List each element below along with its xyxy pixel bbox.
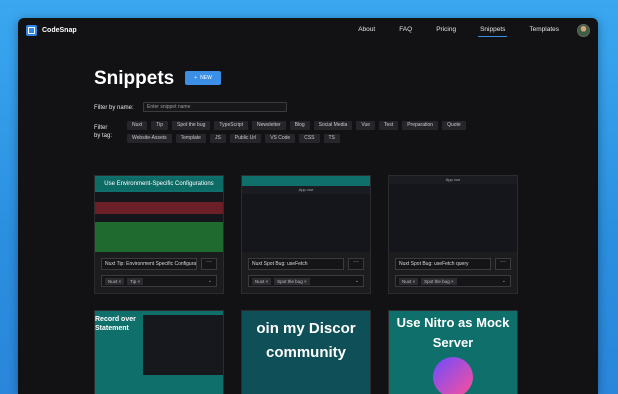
snippet-card[interactable]: Use Nitro as Mock Server (388, 310, 518, 394)
snippet-title-field[interactable]: Nuxt Spot Bug: useFetch (248, 258, 344, 270)
snippet-thumbnail[interactable]: App.vue (242, 176, 370, 252)
snippet-title-field[interactable]: Nuxt Spot Bug: useFetch query (395, 258, 491, 270)
lightning-icon (433, 357, 473, 394)
nav-snippets[interactable]: Snippets (468, 18, 517, 42)
nav-templates[interactable]: Templates (517, 18, 571, 42)
user-avatar[interactable] (577, 23, 590, 37)
snippet-thumbnail[interactable]: oin my Discor community (242, 311, 370, 394)
tag-filter-spot-the-bug[interactable]: Spot the bug (172, 121, 211, 130)
remove-tag-icon[interactable]: × (451, 279, 454, 284)
snippet-card[interactable]: oin my Discor community (241, 310, 371, 394)
tag-filter-test[interactable]: Test (379, 121, 399, 130)
snippet-thumbnail[interactable]: Use Nitro as Mock Server (389, 311, 517, 394)
thumbnail-filename: App.vue (242, 186, 370, 194)
thumbnail-header (242, 176, 370, 186)
tag-chip: Spot the bug × (421, 277, 457, 285)
tag-filter-css[interactable]: CSS (299, 134, 320, 143)
tag-filter-nuxt[interactable]: Nuxt (127, 121, 148, 130)
filter-tag-label: Filter by tag: (94, 125, 113, 139)
snippet-tags-field[interactable]: Nuxt × Tip × ⌄ (101, 275, 217, 287)
snippet-card[interactable]: Record over Statement (94, 310, 224, 394)
tag-filter-public-url[interactable]: Public Url (229, 134, 262, 143)
remove-tag-icon[interactable]: × (119, 279, 122, 284)
code-area (143, 315, 223, 375)
nav-about[interactable]: About (346, 18, 387, 42)
filter-name-label: Filter by name: (94, 105, 134, 111)
tag-filter-social-media[interactable]: Social Media (313, 121, 353, 130)
more-options-button[interactable]: ··· (495, 258, 511, 270)
tag-filter-tip[interactable]: Tip (151, 121, 169, 130)
snippet-card[interactable]: App.vue Nuxt Spot Bug: useFetch ··· Nuxt… (241, 175, 371, 294)
chevron-down-icon[interactable]: ⌄ (208, 276, 212, 286)
plus-icon: + (194, 75, 198, 81)
tag-chip: Nuxt × (399, 277, 419, 285)
nav-faq[interactable]: FAQ (387, 18, 424, 42)
tag-filter-quote[interactable]: Quote (442, 121, 466, 130)
remove-tag-icon[interactable]: × (413, 279, 416, 284)
thumbnail-title: Record over Statement (95, 316, 136, 332)
codesnap-logo-icon (26, 24, 37, 36)
snippet-title-field[interactable]: Nuxt Tip: Environment Specific Configura… (101, 258, 197, 270)
more-options-button[interactable]: ··· (348, 258, 364, 270)
diff-added-highlight (95, 222, 223, 252)
tag-chip: Nuxt × (252, 277, 272, 285)
tag-filter-typescript[interactable]: TypeScript (214, 121, 249, 130)
tag-filter-website-assets[interactable]: Website-Assets (127, 134, 172, 143)
top-navbar: CodeSnap About FAQ Pricing Snippets Temp… (18, 18, 598, 42)
snippet-thumbnail[interactable]: Use Environment-Specific Configurations (95, 176, 223, 252)
tag-filter-vs-code[interactable]: VS Code (265, 134, 296, 143)
thumbnail-title: Use Nitro as Mock Server (396, 315, 510, 350)
snippet-tags-field[interactable]: Nuxt × Spot the bug × ⌄ (395, 275, 511, 287)
tag-chip: Tip × (127, 277, 144, 285)
tag-chip: Spot the bug × (274, 277, 310, 285)
snippet-thumbnail[interactable]: Record over Statement (95, 311, 223, 394)
tag-filter-preparation[interactable]: Preparation (402, 121, 439, 130)
code-area (95, 192, 223, 252)
tag-filter-newsletter[interactable]: Newsletter (252, 121, 286, 130)
snippet-card[interactable]: Use Environment-Specific Configurations … (94, 175, 224, 294)
thumbnail-title: oin my Discor community (256, 320, 356, 361)
tag-filter-template[interactable]: Template (175, 134, 206, 143)
new-button-label: NEW (200, 75, 212, 81)
app-window: CodeSnap About FAQ Pricing Snippets Temp… (18, 18, 598, 394)
nav-pricing[interactable]: Pricing (424, 18, 468, 42)
chevron-down-icon[interactable]: ⌄ (502, 276, 506, 286)
snippet-thumbnail[interactable]: App.vue (389, 176, 517, 252)
thumbnail-title: Use Environment-Specific Configurations (95, 178, 223, 190)
main-nav: About FAQ Pricing Snippets Templates (346, 18, 590, 42)
remove-tag-icon[interactable]: × (138, 279, 141, 284)
chevron-down-icon[interactable]: ⌄ (355, 276, 359, 286)
tag-filter-list: Nuxt Tip Spot the bug TypeScript Newslet… (127, 121, 527, 147)
filter-name-input[interactable] (143, 102, 287, 112)
tag-filter-js[interactable]: JS (209, 134, 226, 143)
tag-chip: Nuxt × (105, 277, 125, 285)
tag-filter-vue[interactable]: Vue (356, 121, 376, 130)
remove-tag-icon[interactable]: × (266, 279, 269, 284)
page-title: Snippets (94, 68, 175, 89)
thumbnail-filename: App.vue (389, 176, 517, 184)
remove-tag-icon[interactable]: × (304, 279, 307, 284)
new-snippet-button[interactable]: + NEW (185, 71, 221, 85)
snippet-card[interactable]: App.vue Nuxt Spot Bug: useFetch query ··… (388, 175, 518, 294)
tag-filter-ts[interactable]: TS (323, 134, 340, 143)
more-options-button[interactable]: ··· (201, 258, 217, 270)
diff-removed-highlight (95, 202, 223, 214)
app-name: CodeSnap (42, 26, 77, 34)
logo[interactable]: CodeSnap (26, 24, 77, 36)
snippet-tags-field[interactable]: Nuxt × Spot the bug × ⌄ (248, 275, 364, 287)
tag-filter-blog[interactable]: Blog (289, 121, 310, 130)
